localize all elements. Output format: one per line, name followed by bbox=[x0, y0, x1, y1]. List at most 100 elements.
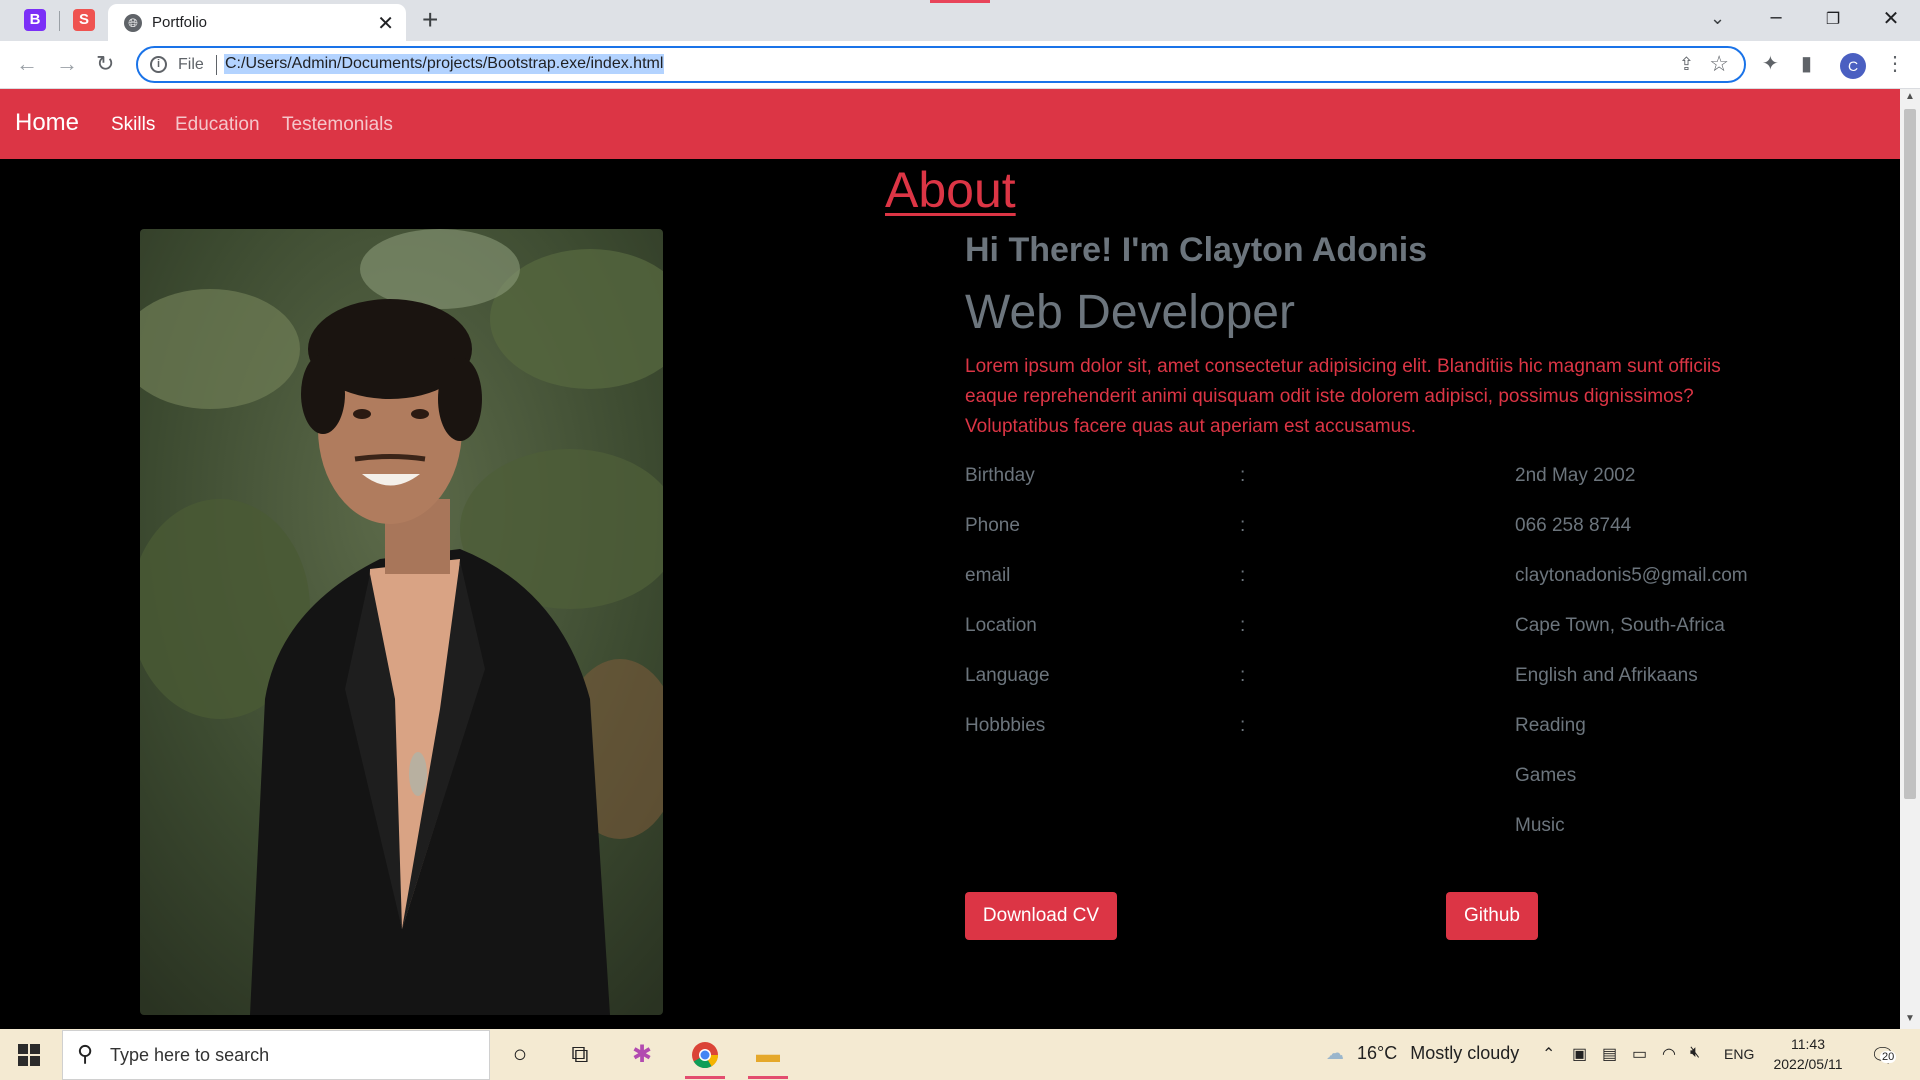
restore-button[interactable]: ❐ bbox=[1813, 9, 1853, 29]
web-page: Home Skills Education Testemonials About bbox=[0, 89, 1900, 1029]
detail-separator: : bbox=[1240, 465, 1246, 486]
close-tab-icon[interactable]: ✕ bbox=[377, 11, 394, 36]
nav-link-testemonials[interactable]: Testemonials bbox=[282, 114, 393, 136]
menu-kebab-icon[interactable]: ⋮ bbox=[1885, 51, 1905, 76]
tab-title: Portfolio bbox=[152, 14, 208, 31]
detail-row-hobbies: Hobbbies : Reading bbox=[965, 715, 1765, 745]
cortana-circle-icon[interactable]: ○ bbox=[498, 1039, 542, 1079]
chrome-icon[interactable] bbox=[683, 1039, 727, 1079]
scroll-up-arrow-icon[interactable]: ▲ bbox=[1905, 91, 1915, 102]
download-cv-button[interactable]: Download CV bbox=[965, 892, 1117, 940]
about-description: Lorem ipsum dolor sit, amet consectetur … bbox=[965, 356, 1721, 437]
extensions-puzzle-icon[interactable]: ✦ bbox=[1762, 51, 1779, 76]
battery-icon[interactable]: ▭ bbox=[1632, 1044, 1647, 1064]
globe-icon: 🌐︎ bbox=[124, 14, 142, 32]
browser-toolbar: ← → ↻ i File C:/Users/Admin/Documents/pr… bbox=[0, 41, 1920, 89]
pinned-tab-bootstrap[interactable]: B bbox=[24, 9, 46, 31]
volume-muted-icon[interactable]: 🔇︎ bbox=[1690, 1044, 1700, 1062]
clock-time: 11:43 bbox=[1791, 1036, 1825, 1052]
tray-chevron-up-icon[interactable]: ⌃ bbox=[1542, 1044, 1555, 1064]
input-language[interactable]: ENG bbox=[1724, 1046, 1754, 1062]
taskbar-search-box[interactable]: ⚲ Type here to search bbox=[62, 1030, 490, 1080]
screen: B S 🌐︎ Portfolio ✕ + ⌄ – ❐ ✕ ← → ↻ i Fil… bbox=[0, 0, 1920, 1080]
weather-widget[interactable]: ☁ 16°C Mostly cloudy bbox=[1326, 1043, 1519, 1064]
detail-row-phone: Phone : 066 258 8744 bbox=[965, 515, 1765, 545]
nav-link-education[interactable]: Education bbox=[175, 114, 260, 136]
nav-brand-home[interactable]: Home bbox=[15, 109, 79, 137]
browser-tab-strip: B S 🌐︎ Portfolio ✕ + ⌄ – ❐ ✕ bbox=[0, 0, 1920, 41]
hobby-item: Music bbox=[1515, 815, 1565, 836]
tray-meet-icon[interactable]: ▤ bbox=[1602, 1044, 1617, 1064]
detail-value: English and Afrikaans bbox=[1515, 665, 1698, 686]
address-scheme-label: File bbox=[178, 56, 204, 73]
weather-temperature: 16°C bbox=[1357, 1043, 1398, 1063]
scrollbar-thumb[interactable] bbox=[1904, 109, 1916, 799]
tab-search-chevron-icon[interactable]: ⌄ bbox=[1710, 8, 1725, 29]
greeting-heading: Hi There! I'm Clayton Adonis bbox=[965, 231, 1428, 269]
forward-arrow-icon[interactable]: → bbox=[56, 51, 78, 77]
detail-label: Location bbox=[965, 615, 1037, 636]
tray-device-icon[interactable]: ▣ bbox=[1572, 1044, 1587, 1064]
task-view-icon[interactable]: ⧉ bbox=[558, 1039, 602, 1079]
side-panel-icon[interactable]: ▮ bbox=[1801, 51, 1812, 76]
detail-value: Cape Town, South-Africa bbox=[1515, 615, 1725, 636]
notifications-icon[interactable]: 🗨︎20 bbox=[1870, 1043, 1897, 1068]
detail-separator: : bbox=[1240, 565, 1246, 586]
notification-count: 20 bbox=[1880, 1051, 1897, 1063]
info-icon[interactable]: i bbox=[150, 56, 167, 73]
role-heading: Web Developer bbox=[965, 286, 1295, 339]
nav-link-skills[interactable]: Skills bbox=[111, 114, 155, 136]
github-button[interactable]: Github bbox=[1446, 892, 1538, 940]
clock-date: 2022/05/11 bbox=[1773, 1056, 1843, 1072]
slack-icon[interactable]: ✱ bbox=[620, 1039, 664, 1079]
bookmark-star-icon[interactable]: ☆ bbox=[1709, 51, 1729, 77]
cloud-icon: ☁ bbox=[1326, 1043, 1344, 1063]
scroll-down-arrow-icon[interactable]: ▼ bbox=[1905, 1013, 1915, 1024]
minimize-button[interactable]: – bbox=[1756, 6, 1796, 29]
profile-avatar[interactable]: C bbox=[1840, 53, 1866, 79]
detail-row-location: Location : Cape Town, South-Africa bbox=[965, 615, 1765, 645]
detail-separator: : bbox=[1240, 515, 1246, 536]
system-clock[interactable]: 11:43 2022/05/11 bbox=[1768, 1034, 1848, 1074]
address-bar[interactable]: i File C:/Users/Admin/Documents/projects… bbox=[136, 46, 1746, 83]
detail-separator: : bbox=[1240, 715, 1246, 736]
back-arrow-icon[interactable]: ← bbox=[16, 51, 38, 77]
detail-label: Hobbbies bbox=[965, 715, 1046, 736]
windows-taskbar: ⚲ Type here to search ○ ⧉ ✱ ▬ ☁ 16°C Mos… bbox=[0, 1029, 1920, 1080]
detail-value: Reading bbox=[1515, 715, 1586, 736]
detail-row-hobby-music: Music bbox=[965, 815, 1765, 845]
about-heading: About bbox=[885, 162, 1016, 218]
file-explorer-icon[interactable]: ▬ bbox=[746, 1039, 790, 1079]
hobby-item: Games bbox=[1515, 765, 1577, 786]
search-icon: ⚲ bbox=[77, 1041, 94, 1066]
detail-label: Language bbox=[965, 665, 1050, 686]
new-tab-button[interactable]: + bbox=[422, 4, 438, 36]
detail-separator: : bbox=[1240, 665, 1246, 686]
tab-separator bbox=[59, 11, 60, 31]
detail-value: 2nd May 2002 bbox=[1515, 465, 1636, 486]
tab-portfolio[interactable]: 🌐︎ Portfolio ✕ bbox=[108, 4, 406, 41]
site-navbar: Home Skills Education Testemonials bbox=[0, 89, 1900, 159]
address-divider bbox=[216, 55, 217, 75]
pinned-tab-s[interactable]: S bbox=[73, 9, 95, 31]
detail-row-language: Language : English and Afrikaans bbox=[965, 665, 1765, 695]
detail-separator: : bbox=[1240, 615, 1246, 636]
detail-value: 066 258 8744 bbox=[1515, 515, 1632, 536]
share-icon[interactable]: ⇪ bbox=[1679, 54, 1694, 75]
profile-photo bbox=[140, 229, 663, 1015]
detail-value: claytonadonis5@gmail.com bbox=[1515, 565, 1748, 586]
tab-strip-accent bbox=[930, 0, 990, 3]
detail-row-hobby-games: Games bbox=[965, 765, 1765, 795]
reload-icon[interactable]: ↻ bbox=[96, 51, 114, 77]
url-text[interactable]: C:/Users/Admin/Documents/projects/Bootst… bbox=[224, 54, 665, 74]
detail-row-email: email : claytonadonis5@gmail.com bbox=[965, 565, 1765, 595]
detail-row-birthday: Birthday : 2nd May 2002 bbox=[965, 465, 1765, 495]
detail-label: Birthday bbox=[965, 465, 1035, 486]
page-scrollbar[interactable]: ▲ ▼ bbox=[1900, 89, 1920, 1029]
detail-label: email bbox=[965, 565, 1011, 586]
search-placeholder: Type here to search bbox=[110, 1045, 270, 1065]
windows-start-icon[interactable] bbox=[18, 1044, 40, 1066]
wifi-icon[interactable]: ◠ bbox=[1662, 1044, 1676, 1064]
weather-description: Mostly cloudy bbox=[1410, 1043, 1520, 1063]
close-window-button[interactable]: ✕ bbox=[1871, 6, 1911, 31]
